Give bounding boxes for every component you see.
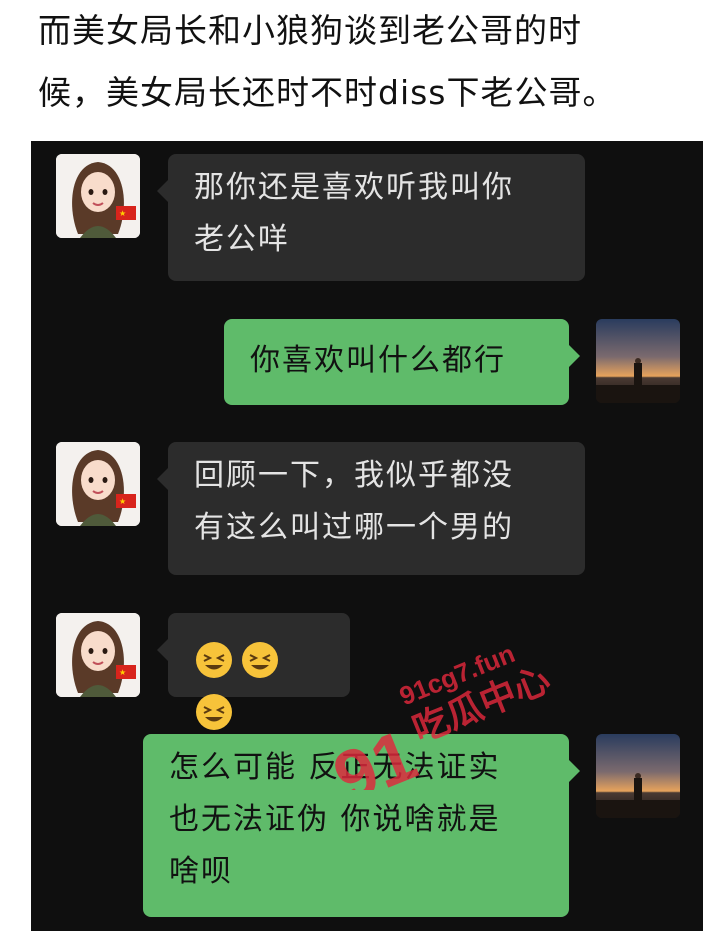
message-line: 你喜欢叫什么都行 [250, 343, 506, 378]
grinning-squint-face-icon [242, 641, 278, 678]
message-line: 老公咩 [194, 222, 290, 257]
article-caption: 而美女局长和小狼狗谈到老公哥的时 候，美女局长还时不时diss下老公哥。 [38, 0, 678, 124]
chat-screenshot: ★ 那你还是喜欢听我叫你 老公咩 你喜欢叫什么都行 ★ 回顾一下，我似乎都没 有… [31, 141, 703, 931]
message-bubble-incoming[interactable]: 那你还是喜欢听我叫你 老公咩 [157, 154, 585, 281]
message-bubble-incoming[interactable] [157, 613, 350, 730]
message-line: 有这么叫过哪一个男的 [194, 510, 514, 545]
avatar-girl-icon[interactable]: ★ [56, 442, 140, 526]
caption-line-2: 候，美女局长还时不时diss下老公哥。 [38, 73, 617, 112]
message-line: 怎么可能 反正无法证实 [169, 750, 501, 785]
message-line: 啥呗 [169, 854, 233, 889]
message-bubble-outgoing[interactable]: 怎么可能 反正无法证实 也无法证伪 你说啥就是 啥呗 [143, 734, 580, 917]
message-line: 回顾一下，我似乎都没 [194, 458, 514, 493]
caption-line-1: 而美女局长和小狼狗谈到老公哥的时 [38, 11, 582, 50]
message-line: 也无法证伪 你说啥就是 [169, 802, 501, 837]
message-bubble-outgoing[interactable]: 你喜欢叫什么都行 [224, 319, 580, 405]
grinning-squint-face-icon [196, 641, 232, 678]
svg-text:★: ★ [119, 668, 126, 677]
svg-text:★: ★ [119, 209, 126, 218]
message-bubble-incoming[interactable]: 回顾一下，我似乎都没 有这么叫过哪一个男的 [157, 442, 585, 575]
message-line: 那你还是喜欢听我叫你 [194, 170, 514, 205]
avatar-girl-icon[interactable]: ★ [56, 154, 140, 238]
svg-text:★: ★ [119, 497, 126, 506]
avatar-girl-icon[interactable]: ★ [56, 613, 140, 697]
avatar-silhouette-icon[interactable] [596, 319, 680, 403]
grinning-squint-face-icon [196, 693, 232, 730]
avatar-silhouette-icon[interactable] [596, 734, 680, 818]
